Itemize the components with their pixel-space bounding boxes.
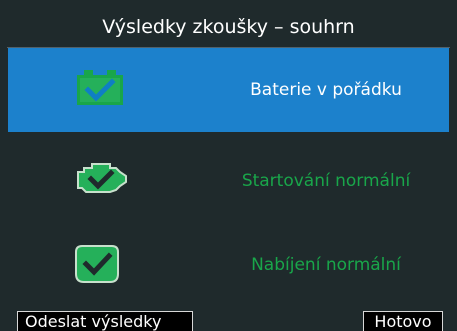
result-label-starting: Startování normální xyxy=(241,171,411,191)
result-row-starting[interactable]: Startování normální xyxy=(8,140,449,222)
engine-check-icon xyxy=(74,162,128,200)
page-title-text: Výsledky zkoušky – souhrn xyxy=(102,16,355,38)
test-results-screen: Výsledky zkoušky – souhrn Baterie v pořá… xyxy=(0,0,457,331)
result-label-battery: Baterie v pořádku xyxy=(250,80,402,100)
done-button[interactable]: Hotovo xyxy=(363,311,443,331)
send-results-button[interactable]: Odeslat výsledky xyxy=(17,311,193,331)
result-row-charging[interactable]: Nabíjení normální xyxy=(8,224,449,306)
result-row-battery[interactable]: Baterie v pořádku xyxy=(8,48,449,132)
alternator-check-icon xyxy=(74,242,120,288)
battery-check-icon xyxy=(74,70,126,110)
page-title: Výsledky zkoušky – souhrn xyxy=(7,7,450,48)
result-label-charging: Nabíjení normální xyxy=(251,255,401,275)
